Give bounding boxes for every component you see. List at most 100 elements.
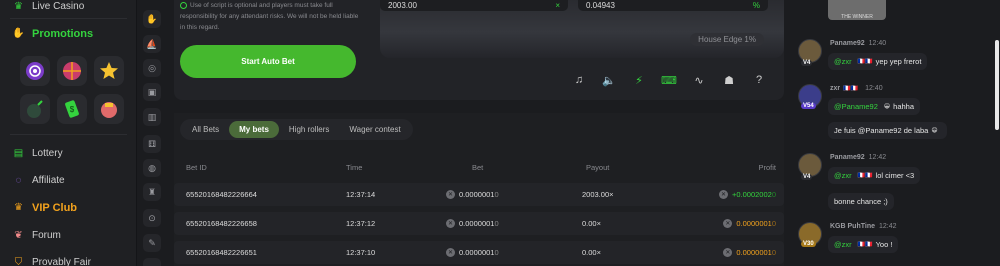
help-icon[interactable]: ? xyxy=(744,71,774,89)
sound-icon[interactable]: 🔈 xyxy=(594,71,624,89)
tab-high-rollers[interactable]: High rollers xyxy=(279,121,339,138)
promo-star[interactable] xyxy=(94,56,124,86)
message-text: Yoo ! xyxy=(875,240,893,249)
chat-bubble: bonne chance ;) xyxy=(828,193,894,210)
bet-profit-tail: 0 xyxy=(771,190,776,199)
bet-profit: ✕ 0.0000001 0 xyxy=(723,219,776,228)
promo-lucky-wheel[interactable] xyxy=(57,56,87,86)
bet-time: 12:37:14 xyxy=(346,190,376,199)
promo-bomb[interactable] xyxy=(20,94,50,124)
bet-payout: 0.00× xyxy=(582,248,601,257)
live-casino-icon: ♛ xyxy=(14,1,23,12)
cards-icon[interactable]: ▣ xyxy=(143,83,161,101)
chat-username[interactable]: Paname92 12:40 xyxy=(830,40,886,47)
bet-amount-tail: 0 xyxy=(494,248,499,257)
nav-lottery-label: Lottery xyxy=(32,148,63,159)
nav-affiliate[interactable]: ◌ Affiliate xyxy=(12,174,65,187)
flag-icon: 🇫🇷🇫🇷 xyxy=(843,86,859,92)
star-icon xyxy=(100,62,118,79)
bet-payout: 0.00× xyxy=(582,219,601,228)
page-scrollbar[interactable] xyxy=(995,40,999,130)
chat-bubble: @zxr 🇫🇷🇫🇷 yep yep frerot xyxy=(828,53,928,70)
stream-thumbnail[interactable]: THE WINNER xyxy=(828,0,886,20)
chart-icon[interactable]: ∿ xyxy=(684,71,714,89)
message-time: 12:40 xyxy=(865,85,883,92)
tab-all-bets[interactable]: All Bets xyxy=(182,121,229,138)
hand-icon[interactable]: ✋ xyxy=(143,10,161,28)
pen-icon[interactable]: ✎ xyxy=(143,234,161,252)
vip-level-badge: V30 xyxy=(801,241,816,247)
nav-promotions[interactable]: ✋ Promotions xyxy=(12,27,93,40)
mention[interactable]: @zxr xyxy=(834,171,852,180)
table-row[interactable]: 65520168482226651 12:37:10 ✕ 0.0000001 0 0… xyxy=(174,241,784,264)
win-chance-input[interactable]: 0.04943 % xyxy=(578,0,768,11)
chat-bubble: @zxr 🇫🇷🇫🇷 Yoo ! xyxy=(828,236,899,253)
sidebar-divider xyxy=(10,134,127,135)
promo-cash[interactable]: $ xyxy=(57,94,87,124)
fairness-icon[interactable]: ☗ xyxy=(714,71,744,89)
table-row[interactable]: 65520168482226664 12:37:14 ✕ 0.0000001 0 2… xyxy=(174,183,784,206)
coin-icon: ✕ xyxy=(446,248,455,257)
nav-forum-label: Forum xyxy=(32,230,61,241)
bet-profit: ✕ 0.0000001 0 xyxy=(723,248,776,257)
chat-bubble: @Paname92 😀 hahha xyxy=(828,98,921,115)
chat-username[interactable]: Paname92 12:42 xyxy=(830,154,886,161)
promo-gift[interactable] xyxy=(94,94,124,124)
chat-bubble: Je fuis @Paname92 de laba 😄 xyxy=(828,122,947,139)
win-chance-suffix: % xyxy=(752,1,760,10)
chat-username[interactable]: KGB PuhTine 12:42 xyxy=(830,223,897,230)
nav-vip-club[interactable]: ♛ VIP Club xyxy=(12,201,77,214)
dice-icon[interactable]: ⚅ xyxy=(143,135,161,153)
lightning-icon[interactable]: ⚡ xyxy=(624,71,654,89)
flag-icon: 🇫🇷🇫🇷 xyxy=(857,242,873,248)
sidebar-divider xyxy=(10,18,127,19)
keyboard-icon[interactable]: ⌨ xyxy=(654,71,684,89)
mention[interactable]: @zxr xyxy=(834,240,852,249)
nav-promotions-label: Promotions xyxy=(32,27,94,40)
bet-amount-tail: 0 xyxy=(494,190,499,199)
lottery-icon: ▤ xyxy=(13,148,24,159)
bets-tabs: All Bets My bets High rollers Wager cont… xyxy=(180,119,413,140)
more-icon[interactable]: ⋯ xyxy=(143,258,161,266)
start-auto-bet-button[interactable]: Start Auto Bet xyxy=(180,45,356,78)
table-row[interactable]: 65520168482226658 12:37:12 ✕ 0.0000001 0 0… xyxy=(174,212,784,235)
mention[interactable]: @zxr xyxy=(834,57,852,66)
nav-vip-club-label: VIP Club xyxy=(32,201,78,214)
nav-forum[interactable]: ❦ Forum xyxy=(12,229,61,242)
music-icon[interactable]: ♫ xyxy=(564,71,594,89)
boat-icon[interactable]: ⛵ xyxy=(143,35,161,53)
auto-bet-notice: Use of script is optional and players mu… xyxy=(180,0,360,40)
nav-lottery[interactable]: ▤ Lottery xyxy=(12,147,63,160)
win-chance-value: 0.04943 xyxy=(586,1,615,10)
bet-amount-value: 0.0000001 xyxy=(459,219,495,228)
vip-level-badge: V4 xyxy=(801,174,813,180)
bet-profit-tail: 0 xyxy=(771,219,776,228)
payout-input-value: 2003.00 xyxy=(388,1,417,10)
emoji-icon: 😀 xyxy=(883,104,891,110)
nav-live-casino[interactable]: ♛ Live Casino xyxy=(12,0,84,13)
vip-level-badge: V4 xyxy=(801,60,813,66)
cup-icon[interactable]: ♜ xyxy=(143,183,161,201)
message-text: bonne chance ;) xyxy=(834,197,888,206)
promotions-grid: $ xyxy=(20,56,124,124)
promo-spin-wheel[interactable] xyxy=(20,56,50,86)
money-icon: $ xyxy=(65,100,79,118)
username-text: Paname92 xyxy=(830,154,865,161)
coin-icon[interactable]: ⊙ xyxy=(143,209,161,227)
chip-icon[interactable]: ◍ xyxy=(143,159,161,177)
nav-provably-fair[interactable]: ⛉ Provably Fair xyxy=(12,256,91,266)
chat-username[interactable]: zxr 🇫🇷🇫🇷 12:40 xyxy=(830,85,883,92)
payout-input[interactable]: 2003.00 × xyxy=(380,0,568,11)
circle-icon[interactable]: ◎ xyxy=(143,59,161,77)
book-icon[interactable]: ▥ xyxy=(143,108,161,126)
message-time: 12:42 xyxy=(878,223,897,230)
tab-wager-contest[interactable]: Wager contest xyxy=(339,121,410,138)
stream-caption: THE WINNER xyxy=(841,14,873,20)
bet-amount-value: 0.0000001 xyxy=(459,190,495,199)
mention[interactable]: @Paname92 xyxy=(834,102,878,111)
message-time: 12:40 xyxy=(868,40,887,47)
tab-my-bets[interactable]: My bets xyxy=(229,121,279,138)
chat-bubble: @zxr 🇫🇷🇫🇷 lol cimer <3 xyxy=(828,167,921,184)
affiliate-icon: ◌ xyxy=(15,175,22,186)
column-header: Payout xyxy=(586,162,610,172)
